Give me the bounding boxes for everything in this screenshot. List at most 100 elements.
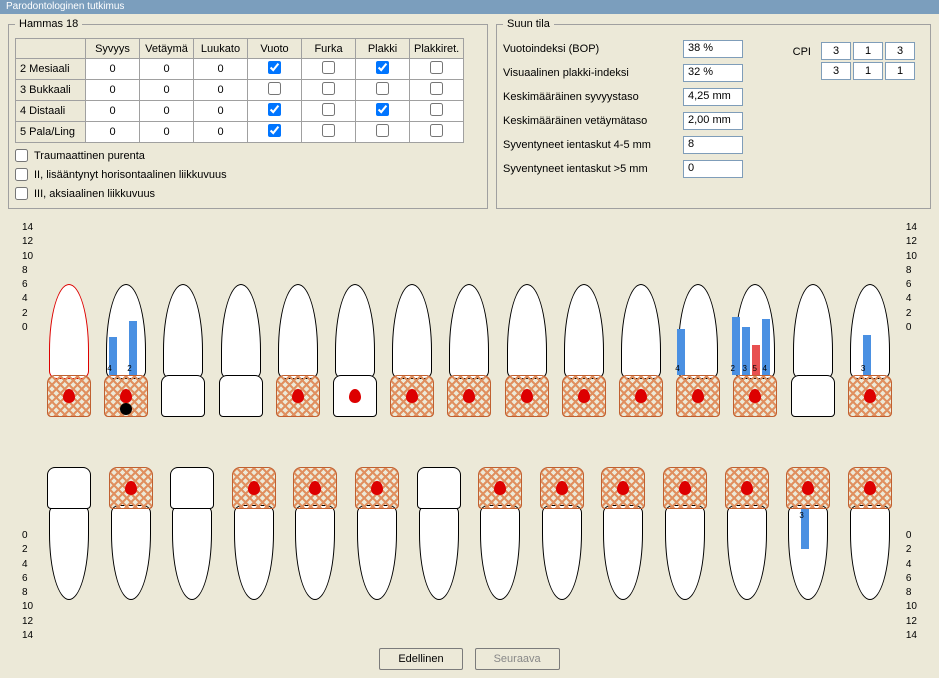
value-cell[interactable]: 0	[194, 101, 248, 122]
tooth[interactable]	[537, 467, 587, 617]
tooth[interactable]: 3	[845, 267, 895, 417]
tooth[interactable]	[444, 267, 494, 417]
value-cell[interactable]: 0	[140, 101, 194, 122]
blood-drop-icon	[556, 481, 568, 495]
tooth-crown	[219, 375, 263, 417]
scale-tick: 8	[906, 264, 917, 278]
tooth[interactable]	[273, 267, 323, 417]
depth-number: 2	[730, 364, 734, 373]
scale-tick: 10	[22, 600, 33, 614]
tooth[interactable]	[475, 467, 525, 617]
tooth-root	[278, 284, 318, 379]
measurement-checkbox[interactable]	[268, 61, 281, 74]
tooth[interactable]: 3	[783, 467, 833, 617]
tooth[interactable]	[845, 467, 895, 617]
value-cell[interactable]: 0	[86, 59, 140, 80]
tooth-root	[621, 284, 661, 379]
tooth-root	[793, 284, 833, 379]
tooth[interactable]	[502, 267, 552, 417]
periodontal-chart: 14121086420 14121086420 02468101214 0246…	[8, 217, 931, 647]
tooth[interactable]: 42	[101, 267, 151, 417]
tooth[interactable]	[387, 267, 437, 417]
measurement-checkbox[interactable]	[322, 82, 335, 95]
tooth[interactable]	[722, 467, 772, 617]
suun-legend: Suun tila	[503, 18, 554, 30]
scale-tick: 12	[22, 615, 33, 629]
value-cell[interactable]: 0	[194, 59, 248, 80]
depth-number: 4	[675, 364, 679, 373]
scale-tick: 0	[22, 321, 33, 335]
tooth-root	[392, 284, 432, 379]
measurement-checkbox[interactable]	[268, 124, 281, 137]
tooth[interactable]	[167, 467, 217, 617]
cpi-cell: 3	[821, 62, 851, 80]
tooth-root	[603, 505, 643, 600]
tooth[interactable]: 2354	[730, 267, 780, 417]
tooth-crown	[161, 375, 205, 417]
blood-drop-icon	[802, 481, 814, 495]
measurement-checkbox[interactable]	[376, 124, 389, 137]
row-header: 4 Distaali	[16, 101, 86, 122]
value-cell[interactable]: 0	[140, 80, 194, 101]
tooth[interactable]	[229, 467, 279, 617]
measurement-checkbox[interactable]	[322, 61, 335, 74]
scale-tick: 2	[22, 307, 33, 321]
scale-tick: 14	[22, 629, 33, 643]
measurement-checkbox[interactable]	[376, 82, 389, 95]
condition-checkbox[interactable]	[15, 149, 28, 162]
tooth[interactable]	[158, 267, 208, 417]
tooth[interactable]	[414, 467, 464, 617]
tooth[interactable]	[598, 467, 648, 617]
tooth[interactable]	[290, 467, 340, 617]
blood-drop-icon	[463, 389, 475, 403]
tooth[interactable]	[616, 267, 666, 417]
previous-button[interactable]: Edellinen	[379, 648, 462, 670]
tooth[interactable]	[44, 467, 94, 617]
measurement-checkbox[interactable]	[430, 124, 443, 137]
row-header: 5 Pala/Ling	[16, 122, 86, 143]
condition-checkbox[interactable]	[15, 168, 28, 181]
tooth[interactable]	[44, 267, 94, 417]
tooth-crown	[170, 467, 214, 509]
tooth[interactable]	[330, 267, 380, 417]
measurement-checkbox[interactable]	[268, 103, 281, 116]
measurement-checkbox[interactable]	[322, 103, 335, 116]
scale-tick: 0	[906, 529, 917, 543]
condition-checkbox[interactable]	[15, 187, 28, 200]
measurement-checkbox[interactable]	[268, 82, 281, 95]
measurement-checkbox[interactable]	[430, 103, 443, 116]
measurement-checkbox[interactable]	[322, 124, 335, 137]
condition-label: Traumaattinen purenta	[34, 150, 145, 162]
tooth[interactable]	[106, 467, 156, 617]
value-cell[interactable]: 0	[194, 80, 248, 101]
hammas-fieldset: Hammas 18 SyvyysVetäymäLuukatoVuotoFurka…	[8, 18, 488, 209]
measurement-checkbox[interactable]	[376, 103, 389, 116]
blood-drop-icon	[371, 481, 383, 495]
value-cell[interactable]: 0	[140, 59, 194, 80]
tooth[interactable]	[788, 267, 838, 417]
tooth[interactable]	[352, 467, 402, 617]
tooth-root	[49, 284, 89, 379]
measurement-checkbox[interactable]	[430, 61, 443, 74]
value-cell[interactable]: 0	[86, 122, 140, 143]
window-titlebar: Parodontologinen tutkimus	[0, 0, 939, 14]
scale-tick: 14	[906, 629, 917, 643]
col-header: Vuoto	[248, 39, 302, 59]
row-header: 3 Bukkaali	[16, 80, 86, 101]
tooth[interactable]	[216, 267, 266, 417]
measurement-checkbox[interactable]	[430, 82, 443, 95]
measurement-checkbox[interactable]	[376, 61, 389, 74]
tooth[interactable]	[559, 267, 609, 417]
value-cell[interactable]: 0	[86, 80, 140, 101]
blood-drop-icon	[864, 389, 876, 403]
value-cell[interactable]: 0	[140, 122, 194, 143]
blood-drop-icon	[63, 389, 75, 403]
condition-label: II, lisääntynyt horisontaalinen liikkuvu…	[34, 169, 227, 181]
value-cell[interactable]: 0	[194, 122, 248, 143]
stat-label: Syventyneet ientaskut 4-5 mm	[503, 139, 683, 151]
stat-value: 32 %	[683, 64, 743, 82]
scale-tick: 6	[906, 572, 917, 586]
tooth[interactable]	[660, 467, 710, 617]
value-cell[interactable]: 0	[86, 101, 140, 122]
tooth[interactable]: 4	[673, 267, 723, 417]
